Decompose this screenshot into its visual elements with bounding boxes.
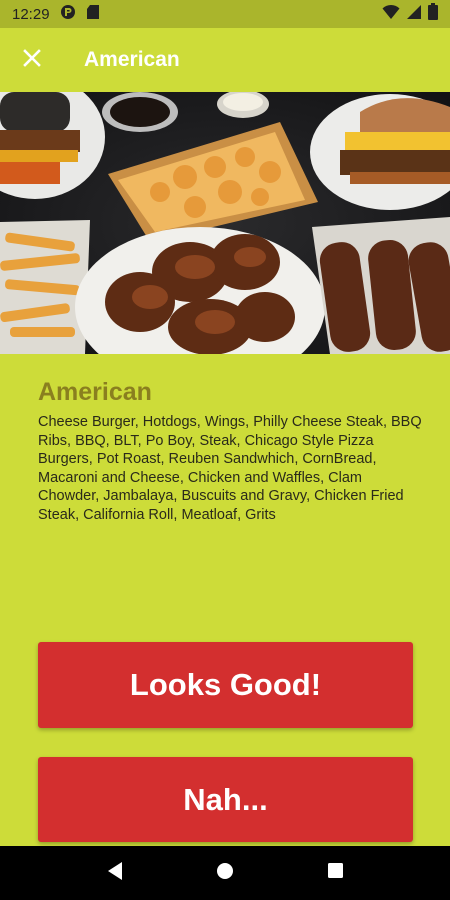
category-description: Cheese Burger, Hotdogs, Wings, Philly Ch… [38,414,422,523]
wifi-icon [382,4,400,25]
signal-icon [406,4,422,25]
battery-icon [428,3,438,25]
home-button[interactable] [205,853,245,893]
status-left: 12:29 [12,4,100,25]
close-icon [22,48,42,73]
nah-button[interactable]: Nah... [38,757,413,842]
back-triangle-icon [106,861,124,886]
hero-food-image [0,92,450,354]
home-circle-icon [216,862,234,885]
status-bar: 12:29 [0,0,450,28]
back-button[interactable] [95,853,135,893]
sd-card-icon [86,4,100,25]
recents-button[interactable] [315,853,355,893]
recents-square-icon [327,862,344,884]
app-title: American [84,48,180,71]
status-right [382,3,438,25]
looks-good-button[interactable]: Looks Good! [38,642,413,728]
app-bar: American [0,28,450,92]
category-title: American [38,378,152,406]
system-nav-bar [0,846,450,900]
close-button[interactable] [0,28,64,92]
status-time: 12:29 [12,5,50,23]
notification-icon [60,4,76,25]
